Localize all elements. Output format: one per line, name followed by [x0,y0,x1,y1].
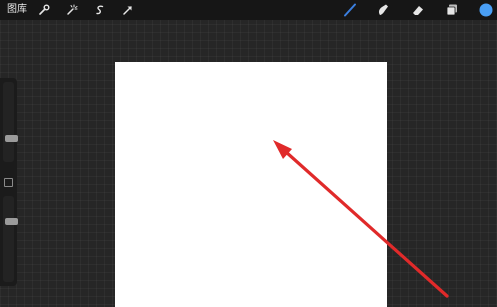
arrow-shaft [284,150,449,298]
annotation-arrow [273,140,449,298]
